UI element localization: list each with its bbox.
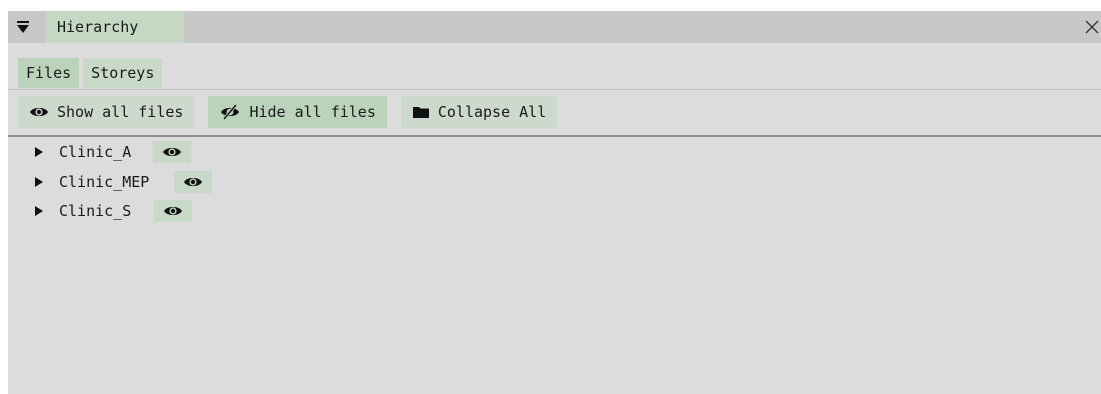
caret-right-icon[interactable] (34, 147, 44, 157)
caret-right-icon[interactable] (34, 206, 44, 216)
show-all-files-button[interactable]: Show all files (18, 96, 195, 128)
tab-bar: Files Storeys (18, 58, 163, 88)
collapse-all-button[interactable]: Collapse All (400, 96, 558, 128)
divider (8, 89, 1101, 90)
divider (8, 135, 1101, 137)
eye-icon (164, 206, 182, 216)
hierarchy-panel: Hierarchy Files Storeys Show all files H… (8, 11, 1101, 394)
hide-all-files-label: Hide all files (249, 103, 376, 121)
toggle-visibility-button[interactable] (174, 171, 212, 193)
collapse-window-button[interactable] (14, 15, 32, 39)
toggle-visibility-button[interactable] (154, 200, 192, 222)
toolbar: Show all files Hide all files Collapse A… (18, 96, 558, 128)
tree-item-label: Clinic_A (59, 143, 132, 161)
close-button[interactable] (1083, 17, 1101, 37)
title-bar: Hierarchy (8, 11, 1101, 43)
caret-right-icon[interactable] (34, 177, 44, 187)
eye-slash-icon (221, 104, 240, 120)
window-title-tab[interactable]: Hierarchy (46, 11, 184, 43)
window-title: Hierarchy (57, 18, 139, 36)
eye-icon (30, 107, 48, 117)
tree-item-label: Clinic_S (59, 202, 132, 220)
toggle-visibility-button[interactable] (153, 141, 191, 163)
close-icon (1085, 20, 1099, 34)
folder-icon (412, 107, 429, 118)
tab-files[interactable]: Files (18, 58, 80, 88)
eye-icon (163, 147, 181, 157)
tree-item-label: Clinic_MEP (59, 173, 150, 191)
eye-icon (184, 177, 202, 187)
tab-storeys[interactable]: Storeys (83, 58, 163, 88)
caret-down-icon (17, 21, 29, 33)
collapse-all-label: Collapse All (437, 103, 547, 121)
hide-all-files-button[interactable]: Hide all files (208, 96, 387, 128)
show-all-files-label: Show all files (57, 103, 184, 121)
